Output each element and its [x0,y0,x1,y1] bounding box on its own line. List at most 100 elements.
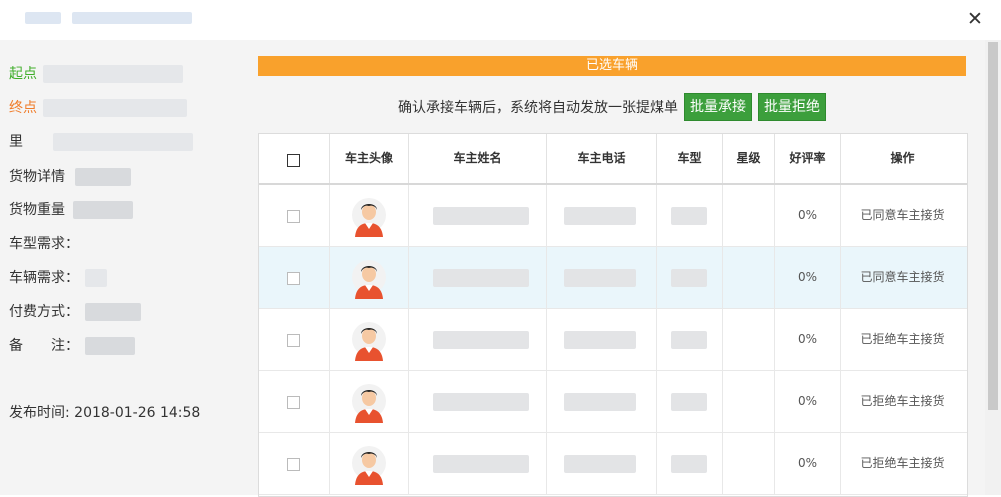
row-checkbox[interactable] [287,334,300,347]
header-name: 车主姓名 [409,134,547,183]
vehicle-type-blurred [671,331,707,349]
row-name-cell [409,371,547,432]
remark-value-blurred [85,337,136,355]
row-checkbox[interactable] [287,272,300,285]
row-rating-cell [723,247,775,308]
row-select-cell [259,247,330,308]
field-end: 终点 [9,98,188,118]
scrollbar[interactable] [985,40,1001,495]
row-checkbox[interactable] [287,458,300,471]
table-row: 0% 已拒绝车主接货 [259,433,967,495]
table-header: 车主头像 车主姓名 车主电话 车型 星级 好评率 操作 [259,134,967,185]
order-info-panel: 起点 终点 里 货物详情 货物重量 车型需求： 车辆需求： 付费方式： 备 注：… [0,40,255,495]
field-remark: 备 注： [9,336,136,356]
confirm-text: 确认承接车辆后，系统将自动发放一张提煤单 [398,100,678,116]
batch-reject-button[interactable]: 批量拒绝 [758,93,826,121]
title-blurred-2 [72,12,192,24]
row-action-cell: 已拒绝车主接货 [860,332,945,346]
table-row: 0% 已同意车主接货 [259,185,967,247]
publish-time: 发布时间: 2018-01-26 14:58 [9,405,201,421]
remark-label: 备 注： [9,338,79,354]
field-cargo-weight: 货物重量 [9,200,134,220]
row-rating-cell [723,309,775,370]
driver-name-blurred [433,393,529,411]
row-rating-cell [723,371,775,432]
field-cargo-detail: 货物详情 [9,167,132,187]
row-phone-cell [547,371,657,432]
close-icon[interactable]: ✕ [965,9,985,29]
row-vehicle-type-cell [657,185,723,246]
cargo-detail-label: 货物详情 [9,169,65,185]
payment-value-blurred [85,303,142,321]
row-avatar-cell [330,247,409,308]
driver-phone-blurred [564,269,636,287]
field-vehicle-count: 车辆需求： [9,268,108,288]
vehicle-type-blurred [671,393,707,411]
cargo-weight-label: 货物重量 [9,202,65,218]
field-start: 起点 [9,64,184,84]
row-praise-rate-cell: 0% [775,371,841,432]
select-all-checkbox[interactable] [287,154,300,167]
row-rating-cell [723,185,775,246]
vehicle-type-blurred [671,455,707,473]
row-phone-cell [547,433,657,494]
table-row: 0% 已拒绝车主接货 [259,309,967,371]
cargo-weight-value-blurred [73,201,134,219]
row-checkbox[interactable] [287,210,300,223]
vehicle-count-label: 车辆需求： [9,270,79,286]
row-name-cell [409,247,547,308]
driver-name-blurred [433,455,529,473]
field-payment: 付费方式： [9,302,142,322]
row-avatar-cell [330,433,409,494]
driver-phone-blurred [564,393,636,411]
end-label: 终点 [9,100,37,116]
row-name-cell [409,433,547,494]
vehicle-type-blurred [671,207,707,225]
row-name-cell [409,185,547,246]
row-select-cell [259,185,330,246]
scrollbar-thumb[interactable] [988,42,998,410]
vehicle-type-blurred [671,269,707,287]
dialog-titlebar: ✕ [0,0,1001,40]
driver-name-blurred [433,269,529,287]
header-praise-rate: 好评率 [775,134,841,183]
row-praise-rate-cell: 0% [775,185,841,246]
field-distance: 里 [9,132,194,152]
row-praise-rate-cell: 0% [775,309,841,370]
row-avatar-cell [330,309,409,370]
header-avatar: 车主头像 [330,134,409,183]
row-praise-rate-cell: 0% [775,433,841,494]
table-row: 0% 已同意车主接货 [259,247,967,309]
row-select-cell [259,371,330,432]
selected-vehicles-panel: 已选车辆 确认承接车辆后，系统将自动发放一张提煤单 批量承接 批量拒绝 车主头像… [255,40,985,497]
cargo-detail-value-blurred [75,168,132,186]
driver-avatar-icon [352,441,386,496]
driver-name-blurred [433,331,529,349]
row-avatar-cell [330,185,409,246]
row-action-cell: 已同意车主接货 [860,208,945,222]
batch-accept-button[interactable]: 批量承接 [684,93,752,121]
row-phone-cell [547,247,657,308]
title-blurred-1 [25,12,61,24]
confirm-row: 确认承接车辆后，系统将自动发放一张提煤单 批量承接 批量拒绝 [255,93,985,121]
header-vehicle-type: 车型 [657,134,723,183]
header-action: 操作 [890,151,915,165]
start-value-blurred [43,65,184,83]
distance-value-blurred [53,133,194,151]
vehicle-type-label: 车型需求： [9,236,79,252]
header-rating: 星级 [723,134,775,183]
row-checkbox[interactable] [287,396,300,409]
payment-label: 付费方式： [9,304,79,320]
row-vehicle-type-cell [657,247,723,308]
row-phone-cell [547,309,657,370]
driver-phone-blurred [564,331,636,349]
vehicle-count-value-blurred [85,269,108,287]
selected-vehicles-banner: 已选车辆 [258,56,966,76]
row-praise-rate-cell: 0% [775,247,841,308]
header-select-cell [259,134,330,183]
driver-phone-blurred [564,455,636,473]
end-value-blurred [43,99,188,117]
row-action-cell: 已拒绝车主接货 [860,394,945,408]
row-vehicle-type-cell [657,309,723,370]
row-avatar-cell [330,371,409,432]
